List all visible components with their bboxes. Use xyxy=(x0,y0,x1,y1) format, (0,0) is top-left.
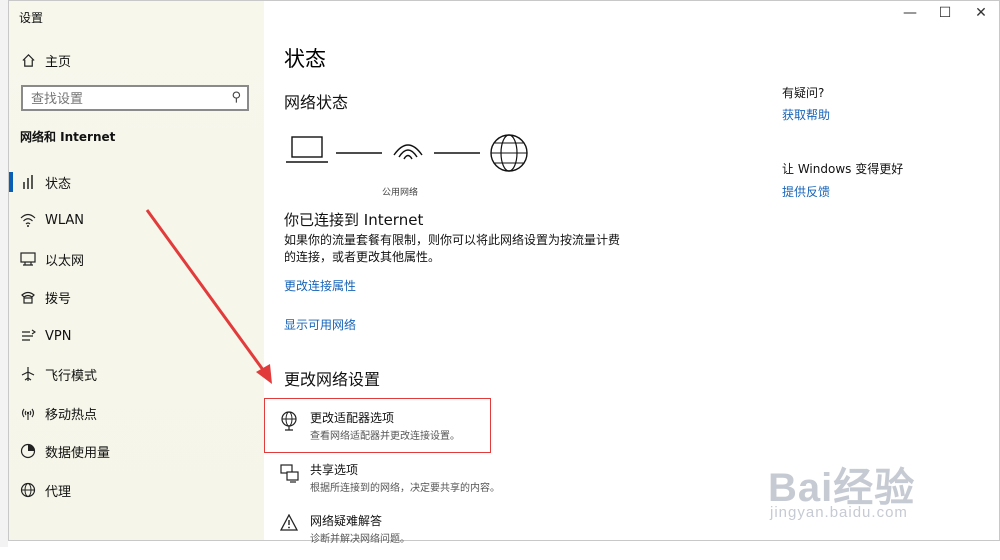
watermark-url: jingyan.baidu.com xyxy=(770,504,908,521)
